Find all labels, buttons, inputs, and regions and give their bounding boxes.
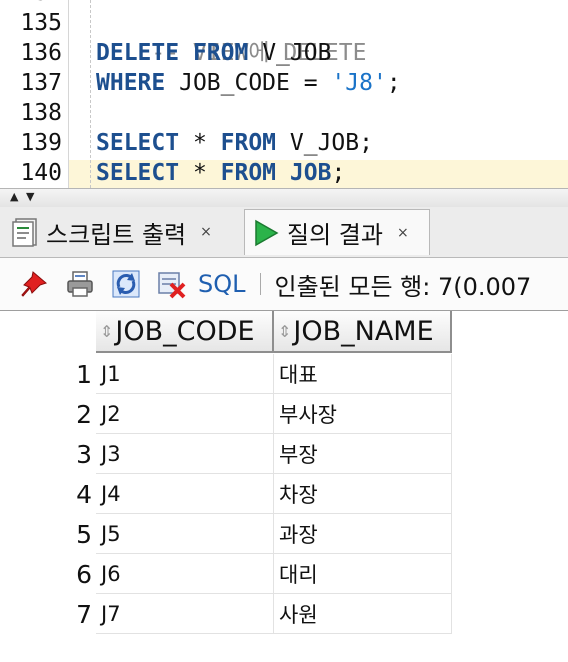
- sort-icon[interactable]: ⇕: [278, 322, 291, 341]
- tab-script-output[interactable]: 스크립트 출력 ×: [12, 209, 212, 255]
- cell-job-name[interactable]: 사원: [274, 594, 452, 634]
- code-text: JOB_CODE =: [165, 70, 332, 96]
- sql-keyword: FROM: [192, 40, 249, 66]
- cell-job-code[interactable]: J1: [96, 354, 274, 394]
- row-number: 4: [76, 480, 92, 509]
- fold-guide: [90, 0, 91, 188]
- code-text: *: [179, 130, 221, 156]
- code-text: V_JOB;: [276, 130, 373, 156]
- sql-editor[interactable]: 134 135 136 137 138 139 140 -- VIEW에 DEL…: [0, 0, 568, 188]
- result-tab-bar: 스크립트 출력 × 질의 결과 ×: [0, 207, 568, 258]
- cell-job-code[interactable]: J4: [96, 474, 274, 514]
- result-grid[interactable]: ⇕ JOB_CODE ⇕ JOB_NAME 1 J1 대표 2 J2 부사장 3 J3 부장 4 J…: [0, 311, 568, 662]
- row-number: 6: [76, 560, 92, 589]
- row-number: 7: [76, 600, 92, 629]
- column-header-job-name[interactable]: ⇕ JOB_NAME: [274, 311, 452, 353]
- tab-query-result[interactable]: 질의 결과 ×: [244, 209, 430, 255]
- code-text: ;: [386, 70, 401, 96]
- close-icon[interactable]: ×: [397, 225, 409, 241]
- sql-keyword: JOB: [289, 160, 332, 186]
- line-number: 136: [20, 40, 62, 66]
- line-number: 138: [20, 100, 62, 126]
- code-text: ;: [331, 160, 346, 186]
- code-line[interactable]: WHERE JOB_CODE = 'J8';: [96, 68, 401, 98]
- row-number: 5: [76, 520, 92, 549]
- code-line[interactable]: DELETE FROM V_JOB: [96, 38, 331, 68]
- sql-keyword: DELETE: [96, 40, 180, 66]
- refresh-icon[interactable]: [110, 268, 142, 300]
- tab-label: 스크립트 출력: [46, 220, 187, 249]
- result-toolbar: SQL 인출된 모든 행: 7(0.007: [0, 258, 568, 311]
- column-header-label: JOB_NAME: [293, 315, 434, 347]
- close-icon[interactable]: ×: [200, 224, 212, 240]
- cell-job-name[interactable]: 과장: [274, 514, 452, 554]
- row-number: 1: [76, 360, 92, 389]
- row-number: 2: [76, 400, 92, 429]
- code-line[interactable]: SELECT * FROM JOB;: [96, 158, 345, 188]
- code-line[interactable]: -- VIEW에 DELETE: [96, 8, 366, 66]
- sql-link[interactable]: SQL: [198, 270, 246, 298]
- cell-job-name[interactable]: 대리: [274, 554, 452, 594]
- line-number-gutter: 134 135 136 137 138 139 140: [0, 0, 69, 188]
- code-text: *: [179, 160, 221, 186]
- sql-keyword: WHERE: [96, 70, 166, 96]
- collapse-down-icon[interactable]: ▼: [26, 191, 34, 203]
- sql-keyword: FROM: [220, 160, 277, 186]
- code-text: V_JOB: [248, 40, 332, 66]
- cell-job-code[interactable]: J3: [96, 434, 274, 474]
- line-number: 140: [20, 160, 62, 186]
- line-number: 135: [20, 10, 62, 36]
- tab-label: 질의 결과: [287, 221, 383, 249]
- column-header-label: JOB_CODE: [115, 315, 255, 347]
- cell-job-code[interactable]: J5: [96, 514, 274, 554]
- line-number: 134: [0, 0, 62, 8]
- cell-job-name[interactable]: 차장: [274, 474, 452, 514]
- sort-icon[interactable]: ⇕: [100, 322, 113, 341]
- cell-job-name[interactable]: 대표: [274, 354, 452, 394]
- cell-job-name[interactable]: 부장: [274, 434, 452, 474]
- script-output-icon: [12, 217, 40, 247]
- toolbar-divider: [259, 273, 261, 295]
- sql-string: 'J8': [331, 70, 387, 96]
- cell-job-code[interactable]: J2: [96, 394, 274, 434]
- column-header-job-code[interactable]: ⇕ JOB_CODE: [96, 311, 274, 353]
- sql-keyword: SELECT: [96, 160, 180, 186]
- fetch-status-text: 인출된 모든 행: 7(0.007: [274, 272, 532, 301]
- sql-keyword: FROM: [220, 130, 277, 156]
- row-number: 3: [76, 440, 92, 469]
- line-number: 137: [20, 70, 62, 96]
- cell-job-code[interactable]: J7: [96, 594, 274, 634]
- print-icon[interactable]: [64, 268, 96, 300]
- panel-splitter[interactable]: ▲ ▼: [0, 188, 568, 208]
- cancel-query-icon[interactable]: [156, 268, 188, 300]
- code-line[interactable]: SELECT * FROM V_JOB;: [96, 128, 373, 158]
- cell-job-code[interactable]: J6: [96, 554, 274, 594]
- cell-job-name[interactable]: 부사장: [274, 394, 452, 434]
- collapse-up-icon[interactable]: ▲: [10, 191, 18, 203]
- run-triangle-icon: [253, 218, 279, 248]
- line-number: 139: [20, 130, 62, 156]
- pin-icon[interactable]: [18, 268, 50, 300]
- sql-keyword: SELECT: [96, 130, 180, 156]
